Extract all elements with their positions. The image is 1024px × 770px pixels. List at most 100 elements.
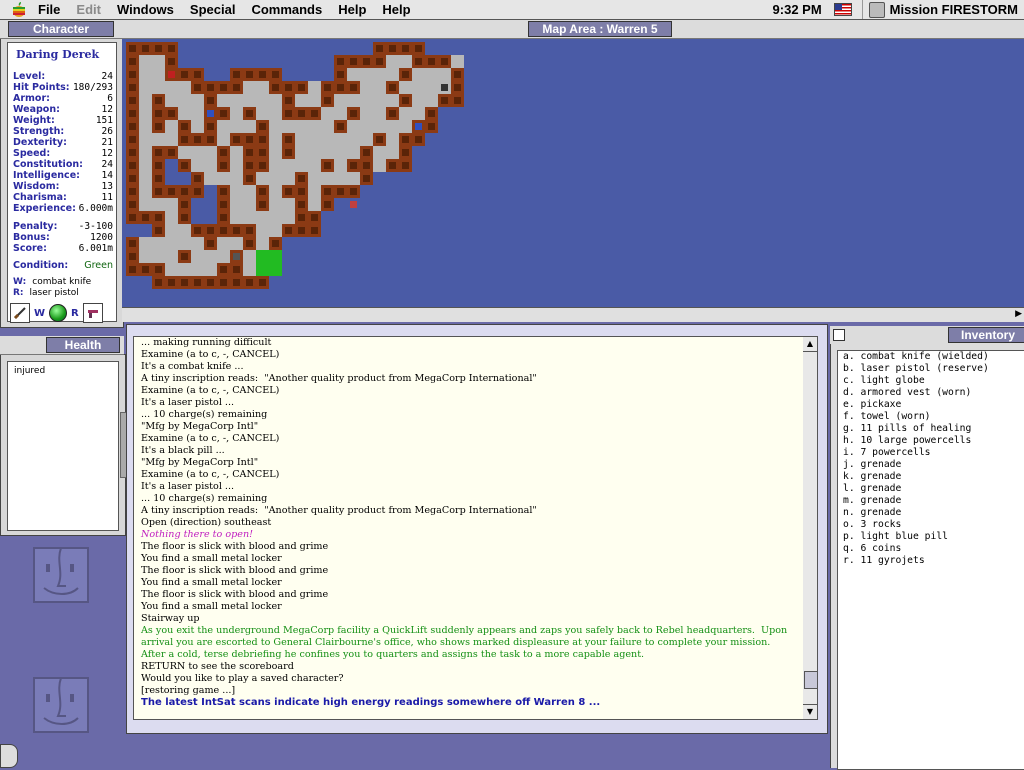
inventory-item[interactable]: n. grenade bbox=[838, 507, 1024, 519]
inventory-item[interactable]: l. grenade bbox=[838, 483, 1024, 495]
inventory-item[interactable]: a. combat knife (wielded) bbox=[838, 351, 1024, 363]
menu-edit[interactable]: Edit bbox=[68, 2, 109, 17]
map-floor-tile bbox=[243, 81, 256, 94]
character-titlebar[interactable]: Character bbox=[0, 20, 122, 39]
map-wall-tile-inner bbox=[142, 45, 149, 52]
map-floor-tile bbox=[373, 68, 386, 81]
stat-row: Armor: 6 bbox=[13, 93, 113, 104]
inventory-item[interactable]: j. grenade bbox=[838, 459, 1024, 471]
stat-value: 24 bbox=[101, 159, 113, 170]
menu-file[interactable]: File bbox=[30, 2, 68, 17]
map-floor-tile bbox=[243, 263, 256, 276]
health-status: injured bbox=[14, 366, 46, 376]
stat-value: 21 bbox=[101, 137, 113, 148]
inventory-item[interactable]: f. towel (worn) bbox=[838, 411, 1024, 423]
ready-weapon-pistol-icon[interactable] bbox=[82, 303, 103, 323]
map-floor-tile bbox=[152, 198, 165, 211]
map-wall-tile-inner bbox=[233, 136, 240, 143]
log-line: ... making running difficult bbox=[141, 337, 272, 348]
score-row: Bonus: 1200 bbox=[13, 232, 113, 243]
map-floor-tile bbox=[191, 146, 204, 159]
log-line: Nothing there to open! bbox=[141, 529, 253, 540]
inventory-item[interactable]: p. light blue pill bbox=[838, 531, 1024, 543]
map-wall-tile-inner bbox=[350, 188, 357, 195]
map-floor-tile bbox=[191, 250, 204, 263]
health-titlebar[interactable]: Health bbox=[0, 336, 124, 355]
wielded-weapon-knife-icon[interactable] bbox=[10, 303, 30, 323]
map-wall-tile-inner bbox=[350, 110, 357, 117]
map-floor-tile bbox=[139, 159, 152, 172]
map-exit-tile bbox=[269, 263, 282, 276]
inventory-item[interactable]: h. 10 large powercells bbox=[838, 435, 1024, 447]
log-line: ... 10 charge(s) remaining bbox=[141, 493, 268, 504]
map-floor-tile bbox=[204, 172, 217, 185]
map-floor-tile bbox=[139, 55, 152, 68]
map-wall-tile-inner bbox=[194, 175, 201, 182]
menu-windows[interactable]: Windows bbox=[109, 2, 182, 17]
map-floor-tile bbox=[191, 237, 204, 250]
map-area[interactable] bbox=[122, 39, 1024, 307]
close-box-icon[interactable] bbox=[833, 329, 845, 341]
map-wall-tile-inner bbox=[402, 149, 409, 156]
map-titlebar[interactable]: Map Area : Warren 5 bbox=[122, 20, 1024, 39]
stat-value: 26 bbox=[101, 126, 113, 137]
inventory-item[interactable]: i. 7 powercells bbox=[838, 447, 1024, 459]
map-grid[interactable] bbox=[122, 39, 1024, 307]
inventory-item[interactable]: c. light globe bbox=[838, 375, 1024, 387]
stat-label: Bonus: bbox=[13, 232, 50, 243]
stat-value: 14 bbox=[101, 170, 113, 181]
map-floor-tile bbox=[360, 133, 373, 146]
map-wall-tile-inner bbox=[220, 266, 227, 273]
map-floor-tile bbox=[178, 94, 191, 107]
map-wall-tile-inner bbox=[155, 214, 162, 221]
message-log[interactable]: ... making running difficult Examine (a t… bbox=[133, 336, 805, 720]
menu-special[interactable]: Special bbox=[182, 2, 244, 17]
scroll-right-icon[interactable]: ▶ bbox=[1015, 309, 1022, 319]
log-line: [restoring game ...] bbox=[141, 685, 236, 696]
map-floor-tile bbox=[269, 94, 282, 107]
inventory-item[interactable]: k. grenade bbox=[838, 471, 1024, 483]
message-log-scrollbar[interactable]: ▲ ▼ bbox=[803, 336, 818, 720]
map-floor-tile bbox=[412, 94, 425, 107]
map-wall-tile-inner bbox=[129, 58, 136, 65]
menu-help[interactable]: Help bbox=[330, 2, 374, 17]
map-wall-tile-inner bbox=[454, 97, 461, 104]
log-line: The floor is slick with blood and grime bbox=[141, 565, 329, 576]
map-title: Map Area : Warren 5 bbox=[528, 21, 672, 37]
application-menu[interactable]: Mission FIRESTORM bbox=[861, 0, 1024, 19]
map-wall-tile-inner bbox=[428, 58, 435, 65]
scroll-up-icon[interactable]: ▲ bbox=[803, 337, 817, 352]
keyboard-flag-icon[interactable] bbox=[833, 3, 852, 16]
stat-row: Level: 24 bbox=[13, 71, 113, 82]
inventory-titlebar[interactable]: Inventory bbox=[830, 326, 1024, 345]
apple-menu-icon[interactable] bbox=[8, 0, 30, 19]
map-horizontal-scrollbar[interactable]: ▶ bbox=[122, 307, 1024, 322]
log-line: It's a black pill ... bbox=[141, 445, 225, 456]
condition-gem-icon[interactable] bbox=[49, 304, 68, 322]
menu-commands[interactable]: Commands bbox=[243, 2, 330, 17]
map-floor-tile bbox=[386, 120, 399, 133]
menu-help-2[interactable]: Help bbox=[374, 2, 418, 17]
map-floor-tile bbox=[269, 146, 282, 159]
map-wall-tile-inner bbox=[324, 162, 331, 169]
desktop-tab-icon[interactable] bbox=[0, 744, 18, 768]
map-exit-tile bbox=[256, 263, 269, 276]
map-floor-tile bbox=[256, 211, 269, 224]
inventory-item[interactable]: d. armored vest (worn) bbox=[838, 387, 1024, 399]
map-floor-tile bbox=[334, 107, 347, 120]
map-floor-tile bbox=[243, 120, 256, 133]
inventory-item[interactable]: b. laser pistol (reserve) bbox=[838, 363, 1024, 375]
scroll-down-icon[interactable]: ▼ bbox=[803, 704, 817, 719]
inventory-item[interactable]: m. grenade bbox=[838, 495, 1024, 507]
map-floor-tile bbox=[412, 81, 425, 94]
inventory-item[interactable]: e. pickaxe bbox=[838, 399, 1024, 411]
inventory-item[interactable]: o. 3 rocks bbox=[838, 519, 1024, 531]
scroll-thumb[interactable] bbox=[804, 671, 818, 689]
stat-label: Wisdom: bbox=[13, 181, 60, 192]
inventory-item[interactable]: r. 11 gyrojets bbox=[838, 555, 1024, 567]
inventory-item[interactable]: g. 11 pills of healing bbox=[838, 423, 1024, 435]
inventory-item[interactable]: q. 6 coins bbox=[838, 543, 1024, 555]
menu-clock[interactable]: 9:32 PM bbox=[773, 2, 822, 17]
map-floor-tile bbox=[347, 68, 360, 81]
wield-label: W: bbox=[13, 277, 27, 287]
